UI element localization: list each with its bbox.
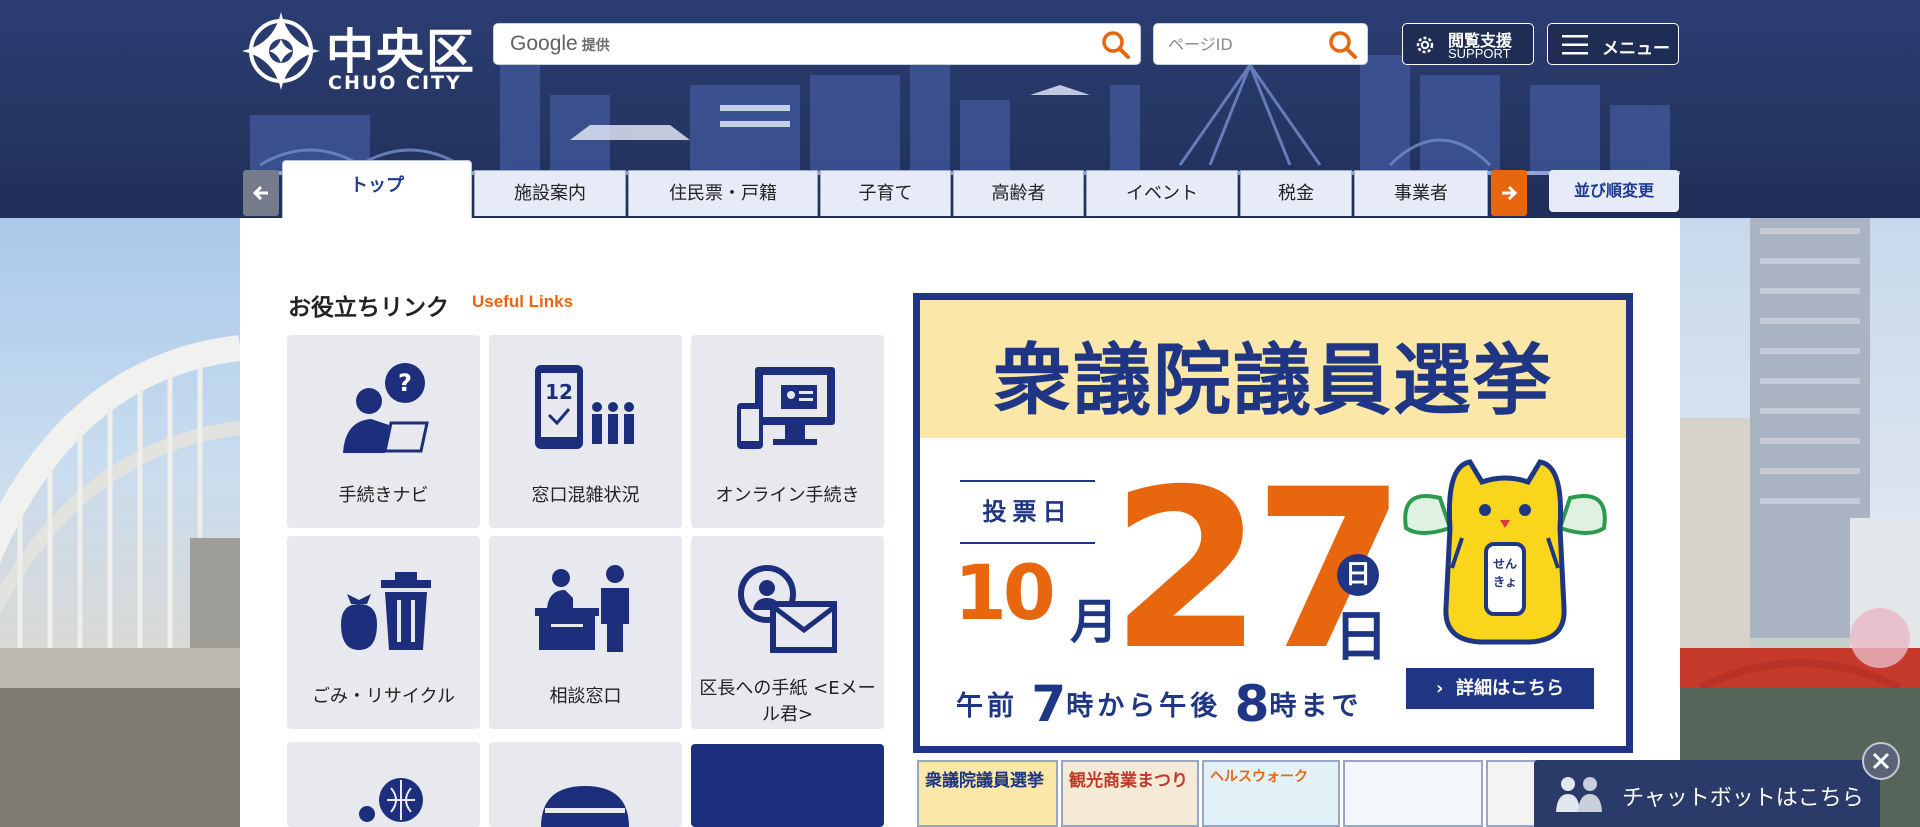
chatbot-label: チャットボットはこちら: [1622, 786, 1864, 811]
svg-text:12: 12: [545, 380, 573, 404]
arrow-right-icon: [1502, 185, 1518, 201]
link-procedure-navi[interactable]: ? 手続きナビ: [287, 335, 480, 528]
vote-day-unit: 日: [1334, 605, 1388, 668]
link-tile-partial[interactable]: [287, 742, 480, 827]
background-photo-tower: [1680, 218, 1920, 827]
support-label-en: SUPPORT: [1448, 46, 1511, 61]
time-start: 7: [1031, 675, 1067, 733]
carousel-thumb-4[interactable]: [1343, 760, 1483, 827]
chuo-city-logo[interactable]: 中央区 CHUO CITY: [240, 10, 480, 96]
bridge-illustration: [0, 335, 240, 827]
vote-month: 10: [954, 548, 1056, 637]
search-icon[interactable]: [1100, 29, 1132, 61]
chuo-emblem-icon: [242, 12, 320, 90]
page-id-search-box: [1153, 23, 1368, 65]
vote-weekday: 日: [1337, 554, 1379, 596]
google-brand-text: Google: [510, 32, 578, 55]
google-search-box[interactable]: Google 提供: [493, 23, 1141, 65]
tile-label: ごみ・リサイクル: [311, 686, 456, 707]
election-banner[interactable]: 衆議院議員選挙 投票日 10 月 27 日 日 午前 7時から午後 8時まで せ…: [913, 293, 1633, 753]
link-garbage-recycle[interactable]: ごみ・リサイクル: [287, 536, 480, 729]
logo-english: CHUO CITY: [328, 72, 462, 94]
menu-button[interactable]: メニュー: [1547, 23, 1679, 65]
support-button[interactable]: 閲覧支援 SUPPORT: [1402, 23, 1534, 65]
carousel-thumb-election[interactable]: 衆議院議員選挙: [917, 760, 1058, 827]
tab-top[interactable]: トップ: [282, 160, 472, 218]
link-tile-partial[interactable]: [691, 744, 884, 827]
garbage-recycle-icon: [341, 572, 431, 650]
banner-title: 衆議院議員選挙: [992, 336, 1553, 426]
chatbot-people-icon: [1556, 777, 1602, 812]
election-detail-button[interactable]: › 詳細はこちら: [1406, 668, 1594, 709]
tab-events[interactable]: イベント: [1086, 170, 1238, 216]
link-consultation[interactable]: 相談窓口: [489, 536, 682, 729]
carousel-thumb-festival[interactable]: 観光商業まつり: [1061, 760, 1199, 827]
time-end: 8: [1234, 675, 1270, 733]
link-letter-to-mayor[interactable]: 区長への手紙 <Eメール君>: [691, 536, 884, 729]
consultation-icon: [535, 565, 629, 652]
tab-childcare[interactable]: 子育て: [820, 170, 951, 216]
tower-illustration: [1680, 218, 1920, 827]
tab-facilities[interactable]: 施設案内: [474, 170, 626, 216]
hamburger-icon: [1562, 35, 1588, 55]
tile-label: 手続きナビ: [338, 485, 429, 506]
tab-scroll-right-button[interactable]: [1491, 170, 1527, 216]
useful-links-title: お役立ちリンク: [288, 295, 449, 321]
link-counter-congestion[interactable]: 12 窓口混雑状況: [489, 335, 682, 528]
svg-text:きょ: きょ: [1493, 575, 1517, 589]
time-prefix: 午前: [956, 691, 1018, 722]
useful-links-subtitle: Useful Links: [472, 292, 574, 311]
chatbot-button[interactable]: チャットボットはこちら: [1534, 760, 1880, 827]
google-provided-text: 提供: [581, 37, 610, 53]
svg-text:せん: せん: [1493, 557, 1517, 571]
arrow-left-icon: [252, 185, 268, 201]
menu-label: メニュー: [1602, 39, 1670, 59]
tile-label: 相談窓口: [549, 686, 622, 707]
tile-label: オンライン手続き: [715, 485, 860, 506]
time-suffix: 時まで: [1269, 691, 1363, 722]
thumb-title: ヘルスウォーク: [1210, 769, 1308, 785]
tab-scroll-left-button[interactable]: [243, 170, 279, 216]
online-procedure-icon: [737, 367, 835, 449]
background-photo-bridge: [0, 218, 240, 827]
carousel-thumb-health-walk[interactable]: ヘルスウォーク: [1202, 760, 1340, 827]
page-id-input[interactable]: [1168, 28, 1338, 60]
chatbot-close-button[interactable]: [1862, 742, 1900, 780]
tile-label: 区長への手紙 <Eメール君>: [699, 678, 876, 725]
tile-label: 窓口混雑状況: [531, 485, 640, 506]
thumb-title: 観光商業まつり: [1069, 771, 1188, 791]
search-icon[interactable]: [1327, 29, 1359, 61]
tab-business[interactable]: 事業者: [1354, 170, 1488, 216]
thumb-title: [1345, 762, 1481, 770]
vote-hours: 午前 7時から午後 8時まで: [956, 675, 1362, 733]
globe-person-icon: [359, 778, 423, 822]
sort-order-button[interactable]: 並び順変更: [1549, 170, 1679, 212]
disc-icon: [541, 786, 629, 827]
tab-elderly[interactable]: 高齢者: [953, 170, 1084, 216]
detail-button-label: 詳細はこちら: [1455, 678, 1564, 699]
time-mid: 時から午後: [1066, 691, 1222, 722]
gear-icon: [1416, 36, 1434, 54]
procedure-navi-icon: ?: [343, 363, 429, 453]
mail-icon: [738, 565, 837, 653]
link-online-procedure[interactable]: オンライン手続き: [691, 335, 884, 528]
counter-congestion-icon: 12: [535, 365, 634, 449]
thumb-title: 衆議院議員選挙: [925, 771, 1044, 791]
close-icon: [1872, 752, 1890, 770]
mascot-cat-icon: せん きょ: [1403, 459, 1607, 645]
google-search-label: Google 提供: [510, 32, 610, 56]
vote-day-label: 投票日: [960, 480, 1095, 544]
tab-taxes[interactable]: 税金: [1240, 170, 1352, 216]
tab-resident-registry[interactable]: 住民票・戸籍: [628, 170, 818, 216]
link-tile-partial[interactable]: [489, 742, 682, 827]
svg-text:?: ?: [398, 369, 412, 397]
